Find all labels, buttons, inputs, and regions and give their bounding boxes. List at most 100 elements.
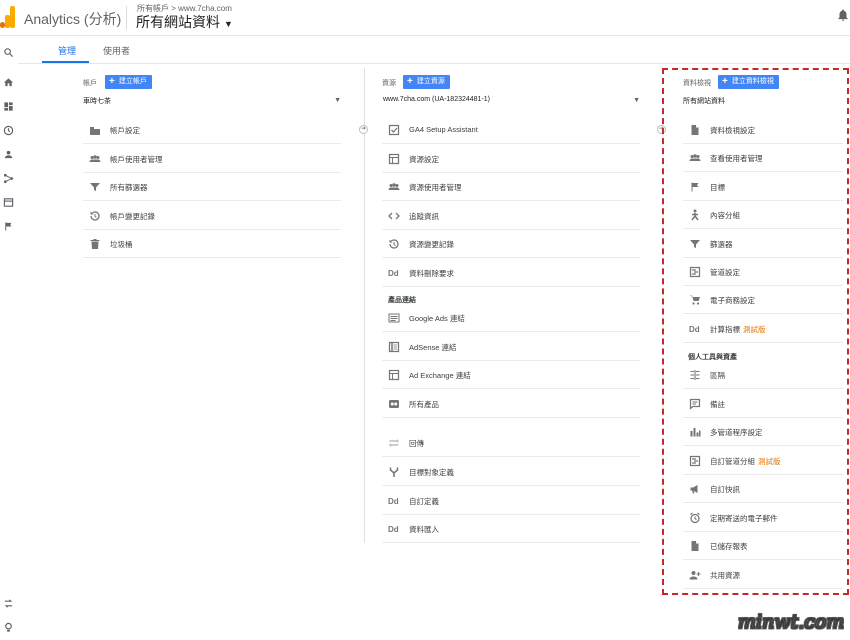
menu-item-text: 目標對象定義 — [409, 467, 454, 478]
dashboard-icon[interactable] — [3, 101, 14, 112]
menu-item-text: 自訂定義 — [409, 496, 439, 507]
svg-text:Dd: Dd — [388, 525, 399, 534]
clock-icon[interactable] — [3, 125, 14, 136]
attribution-icon[interactable] — [3, 598, 14, 609]
create-account-label: 建立帳戶 — [119, 78, 147, 85]
menu-item-label: 帳戶變更記錄 — [110, 212, 155, 221]
property-selector[interactable]: 所有網站資料▼ — [136, 12, 233, 32]
product-link-item[interactable]: AdSense 連結 — [382, 333, 640, 361]
highlight-box — [662, 68, 849, 595]
property-menu-item[interactable]: 資源變更記錄 — [382, 230, 640, 258]
create-account-button[interactable]: +建立帳戶 — [105, 75, 152, 89]
property-menu-item[interactable]: GA4 Setup Assistant — [382, 116, 640, 144]
property-select-value: www.7cha.com (UA-182324481-1) — [383, 96, 490, 103]
menu-item-text: 帳戶設定 — [110, 125, 140, 136]
svg-text:Dd: Dd — [388, 497, 399, 506]
column-divider — [364, 68, 365, 543]
menu-item-label: 帳戶設定 — [110, 126, 140, 135]
flag-icon[interactable] — [3, 221, 14, 232]
ads-icon — [388, 312, 400, 324]
watermark: minwt.com — [734, 602, 844, 636]
left-navigation — [0, 36, 18, 638]
analytics-logo[interactable] — [0, 6, 16, 28]
menu-item-text: 資源變更記錄 — [409, 239, 454, 250]
person-icon[interactable] — [3, 149, 14, 160]
account-menu-item[interactable]: 帳戶變更記錄 — [83, 202, 341, 230]
fork-icon — [388, 466, 400, 478]
menu-item-text: 資源使用者管理 — [409, 182, 462, 193]
property-select[interactable]: www.7cha.com (UA-182324481-1)▼ — [383, 96, 640, 108]
trash-icon — [89, 238, 101, 250]
menu-item-label: 資源使用者管理 — [409, 183, 462, 192]
property-menu-item[interactable]: 回傳 — [382, 429, 640, 457]
property-menu-item[interactable]: 追蹤資訊 — [382, 202, 640, 230]
circles-icon — [388, 398, 400, 410]
property-menu-item[interactable]: Dd 資料匯入 — [382, 515, 640, 543]
menu-item-text: 回傳 — [409, 438, 424, 449]
menu-item-label: 垃圾桶 — [110, 240, 133, 249]
menu-item-label: AdSense 連結 — [409, 343, 457, 352]
menu-item-label: 自訂定義 — [409, 497, 439, 506]
menu-item-text: 帳戶使用者管理 — [110, 154, 163, 165]
product-link-item[interactable]: Ad Exchange 連結 — [382, 361, 640, 389]
people-icon — [89, 153, 101, 165]
window-icon — [388, 369, 400, 381]
property-menu-item[interactable]: 資源設定 — [382, 145, 640, 173]
header-divider — [126, 6, 127, 30]
search-icon[interactable] — [3, 47, 14, 58]
property-menu-item[interactable]: Dd 資料刪除要求 — [382, 259, 640, 287]
account-select[interactable]: 車時七茶 ▼ — [83, 96, 341, 108]
product-link-item[interactable]: 所有產品 — [382, 390, 640, 418]
dd-icon: Dd — [388, 495, 400, 507]
menu-item-label: 資料刪除要求 — [409, 269, 454, 278]
dd-icon: Dd — [388, 523, 400, 535]
account-menu-item[interactable]: 帳戶使用者管理 — [83, 145, 341, 173]
dropdown-arrow-icon: ▼ — [334, 97, 341, 104]
menu-item-text: 資料匯入 — [409, 524, 439, 535]
history-icon — [89, 210, 101, 222]
svg-text:Dd: Dd — [388, 269, 399, 278]
menu-item-text: Google Ads 連結 — [409, 313, 465, 324]
product-link-item[interactable]: Google Ads 連結 — [382, 304, 640, 332]
tab-admin[interactable]: 管理 — [58, 44, 76, 57]
menu-item-label: GA4 Setup Assistant — [409, 125, 478, 134]
watermark-text: minwt.com — [738, 611, 844, 633]
bell-icon[interactable] — [836, 8, 850, 22]
people-icon — [388, 181, 400, 193]
row-divider — [83, 257, 341, 258]
menu-item-text: 資源設定 — [409, 154, 439, 165]
account-select-value: 車時七茶 — [83, 98, 111, 105]
dd-icon: Dd — [388, 267, 400, 279]
book-icon — [388, 341, 400, 353]
menu-item-text: 資料刪除要求 — [409, 268, 454, 279]
property-menu-item[interactable]: 資源使用者管理 — [382, 173, 640, 201]
property-menu-item[interactable]: Dd 自訂定義 — [382, 487, 640, 515]
home-icon[interactable] — [3, 77, 14, 88]
menu-item-label: 追蹤資訊 — [409, 212, 439, 221]
account-menu-item[interactable]: 所有篩選器 — [83, 173, 341, 201]
menu-item-label: Ad Exchange 連結 — [409, 371, 471, 380]
menu-item-text: 垃圾桶 — [110, 239, 133, 250]
top-bar: Analytics (分析) 所有帳戶 > www.7cha.com 所有網站資… — [0, 0, 850, 36]
account-menu-item[interactable]: 垃圾桶 — [83, 230, 341, 258]
create-property-button[interactable]: +建立資源 — [403, 75, 450, 89]
property-menu-item[interactable]: 目標對象定義 — [382, 458, 640, 486]
menu-item-text: GA4 Setup Assistant — [409, 125, 478, 134]
menu-item-label: 所有產品 — [409, 400, 439, 409]
arrow-right-icon[interactable]: ➜ — [359, 125, 368, 134]
swap-icon — [388, 437, 400, 449]
window-icon — [388, 153, 400, 165]
menu-item-text: 帳戶變更記錄 — [110, 211, 155, 222]
menu-item-label: 資源設定 — [409, 155, 439, 164]
account-menu-item[interactable]: 帳戶設定 — [83, 116, 341, 144]
filter-icon — [89, 181, 101, 193]
lightbulb-icon[interactable] — [3, 622, 14, 633]
active-tab-indicator — [42, 61, 89, 63]
tab-users[interactable]: 使用者 — [103, 44, 130, 57]
acquisition-icon[interactable] — [3, 173, 14, 184]
menu-item-label: 資源變更記錄 — [409, 240, 454, 249]
menu-item-text: Ad Exchange 連結 — [409, 370, 471, 381]
behavior-icon[interactable] — [3, 197, 14, 208]
menu-item-label: 所有篩選器 — [110, 183, 148, 192]
history-icon — [388, 238, 400, 250]
